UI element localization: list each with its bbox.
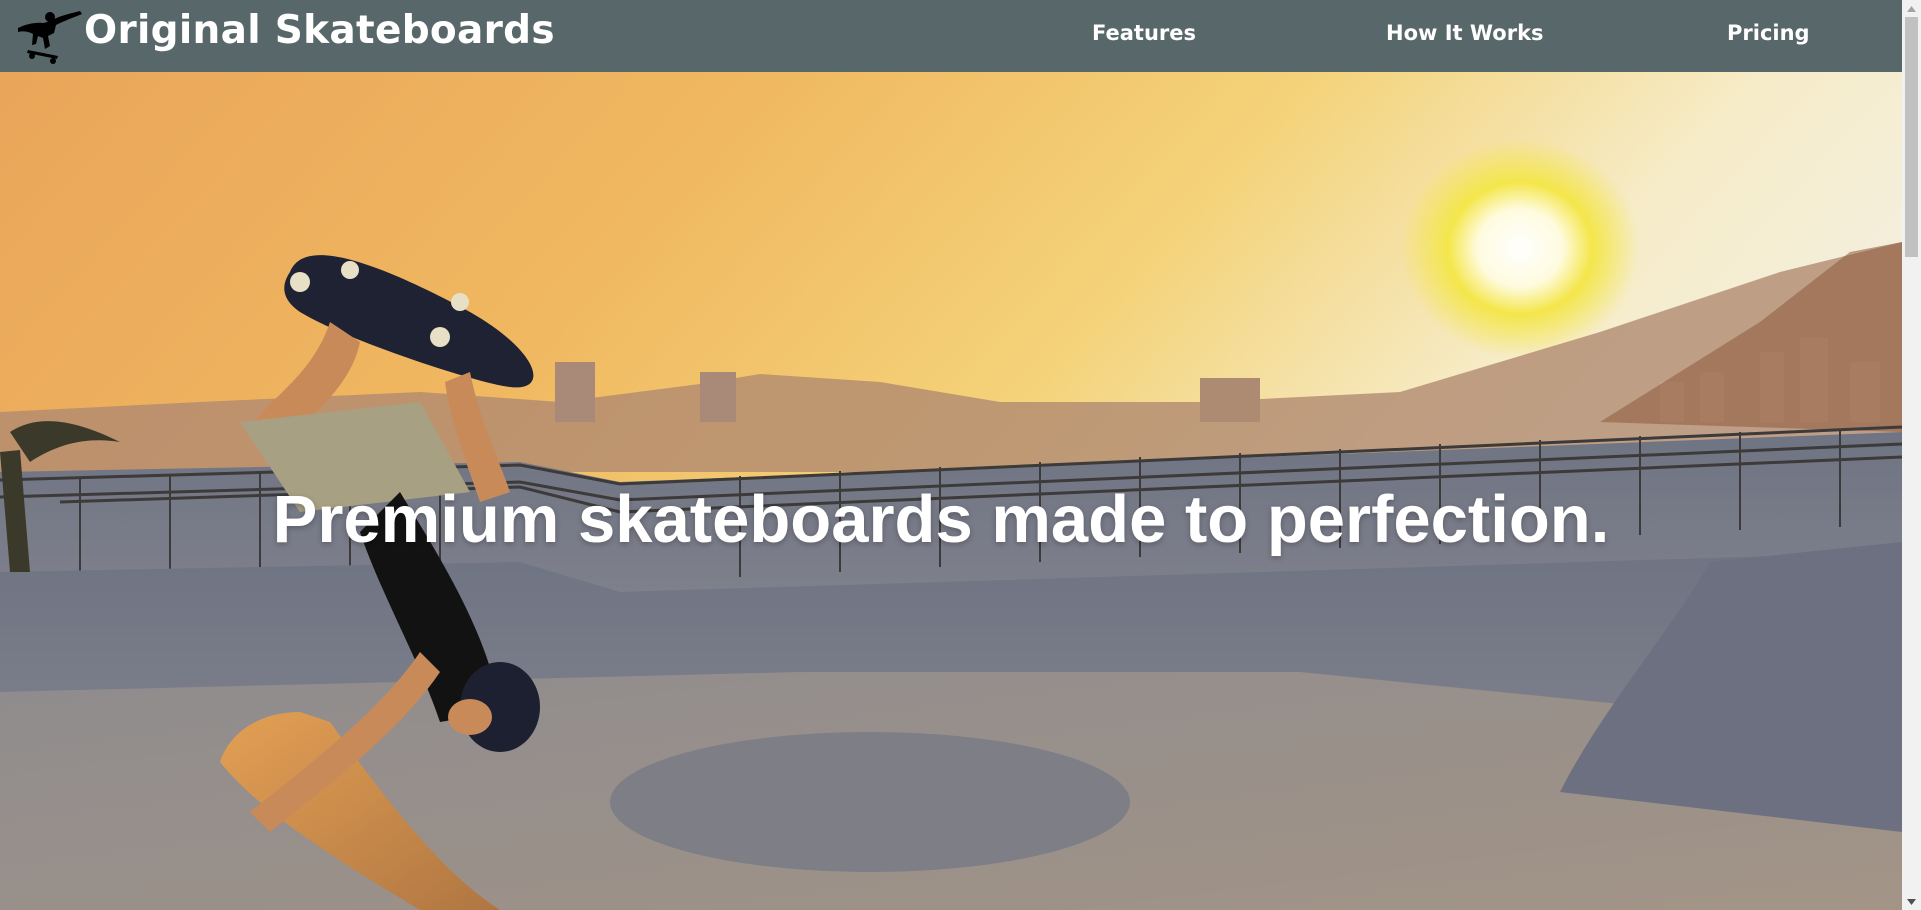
nav-how-it-works-link[interactable]: How It Works: [1386, 21, 1544, 45]
skater-logo-icon[interactable]: [10, 6, 86, 66]
nav-features-link[interactable]: Features: [1092, 21, 1196, 45]
nav-pricing-link[interactable]: Pricing: [1727, 21, 1810, 45]
site-header: Original Skateboards Features How It Wor…: [0, 0, 1902, 72]
scroll-up-arrow-icon[interactable]: [1902, 0, 1921, 17]
vertical-scrollbar[interactable]: [1902, 0, 1921, 910]
scroll-thumb[interactable]: [1905, 17, 1918, 257]
hero-headline: Premium skateboards made to perfection.: [272, 482, 1610, 557]
brand-title[interactable]: Original Skateboards: [84, 8, 555, 53]
scroll-down-arrow-icon[interactable]: [1902, 893, 1921, 910]
page: Original Skateboards Features How It Wor…: [0, 0, 1921, 910]
hero-section: Premium skateboards made to perfection.: [0, 72, 1902, 910]
